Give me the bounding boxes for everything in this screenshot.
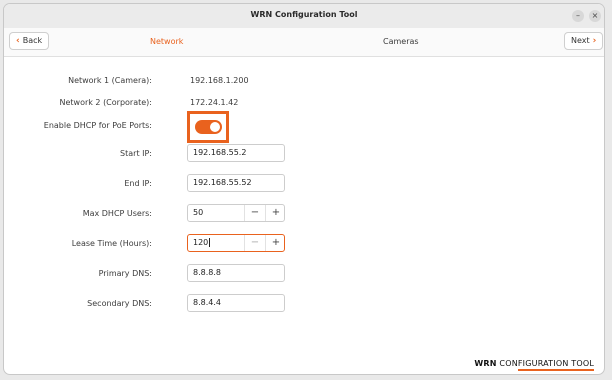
minimize-button[interactable]: – [572,10,584,22]
network2-value: 172.24.1.42 [190,98,239,107]
lease-time-decrement-button[interactable]: − [244,235,265,251]
title-bar: WRN Configuration Tool – × [4,4,604,29]
network2-label: Network 2 (Corporate): [59,98,152,107]
max-users-label: Max DHCP Users: [82,209,152,218]
toggle-knob [210,122,220,132]
lease-time-input[interactable]: 120 [193,235,211,251]
max-users-stepper[interactable]: 50 − + [187,204,285,222]
nav-bar: ‹ Back Network Cameras Next › [4,28,604,57]
app-window: WRN Configuration Tool – × ‹ Back Networ… [3,3,605,375]
max-users-decrement-button[interactable]: − [244,205,265,221]
dhcp-toggle-highlight [187,111,229,143]
max-users-increment-button[interactable]: + [265,205,286,221]
back-button[interactable]: ‹ Back [9,32,50,50]
brand-rest: CONFIGURATION TOOL [496,359,594,368]
tab-cameras[interactable]: Cameras [383,37,419,46]
primary-dns-label: Primary DNS: [98,269,152,278]
network1-label: Network 1 (Camera): [68,76,152,85]
brand-logo: WRN CONFIGURATION TOOL [474,359,594,371]
dhcp-label: Enable DHCP for PoE Ports: [43,121,152,130]
chevron-right-icon: › [592,36,597,46]
text-cursor [209,238,211,247]
dhcp-toggle[interactable] [195,120,222,134]
brand-bold: WRN [474,359,497,368]
back-label: Back [22,36,43,45]
tab-network[interactable]: Network [150,37,183,46]
next-label: Next [571,36,590,45]
network1-value: 192.168.1.200 [190,76,249,85]
next-button[interactable]: Next › [564,32,604,50]
end-ip-field[interactable]: 192.168.55.52 [187,174,285,192]
window-title: WRN Configuration Tool [250,10,358,19]
secondary-dns-label: Secondary DNS: [87,299,152,308]
brand-underline [518,369,594,371]
lease-time-value: 120 [193,238,209,247]
end-ip-label: End IP: [124,179,152,188]
start-ip-field[interactable]: 192.168.55.2 [187,144,285,162]
lease-time-increment-button[interactable]: + [265,235,286,251]
chevron-left-icon: ‹ [16,36,20,46]
lease-time-stepper[interactable]: 120 − + [187,234,285,252]
primary-dns-field[interactable]: 8.8.8.8 [187,264,285,282]
close-button[interactable]: × [589,10,601,22]
secondary-dns-field[interactable]: 8.8.4.4 [187,294,285,312]
max-users-value[interactable]: 50 [193,205,203,221]
lease-time-label: Lease Time (Hours): [71,239,152,248]
start-ip-label: Start IP: [120,149,152,158]
